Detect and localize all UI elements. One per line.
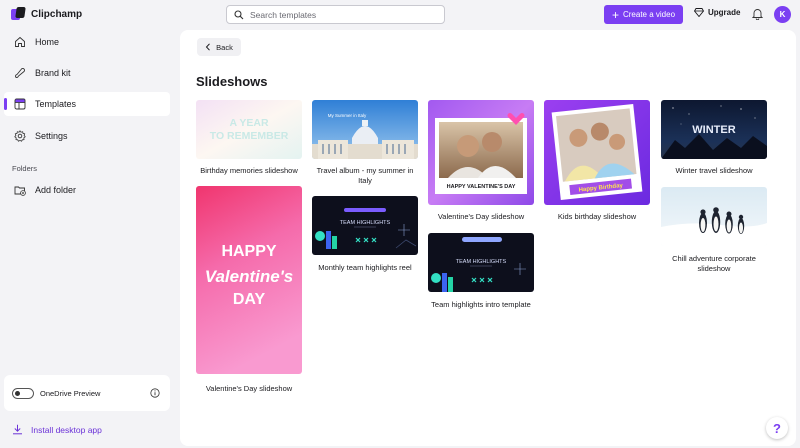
app-name: Clipchamp: [31, 8, 83, 20]
add-folder-button[interactable]: Add folder: [4, 178, 170, 202]
chevron-left-icon: [205, 43, 211, 51]
template-card-travel-italy[interactable]: My Summer in Italy Travel album - my sum…: [312, 100, 418, 186]
sidebar-item-label: Brand kit: [35, 68, 71, 78]
search-box[interactable]: [226, 5, 445, 24]
valentines-tall-artwork: HAPPY Valentine's DAY: [196, 186, 302, 374]
art-text: Valentine's: [205, 267, 293, 286]
sidebar-item-label: Templates: [35, 99, 77, 109]
template-label: Chill adventure corporate slideshow: [672, 254, 756, 273]
page-title: Slideshows: [196, 74, 268, 89]
plus-icon: +: [611, 7, 619, 22]
template-label: Birthday memories slideshow: [200, 166, 298, 175]
sidebar-item-settings[interactable]: Settings: [4, 124, 170, 148]
template-card-team-highlights-intro[interactable]: TEAM HIGHLIGHTS Team highlights intro te…: [428, 233, 534, 310]
template-thumbnail[interactable]: TEAM HIGHLIGHTS: [312, 196, 418, 255]
install-desktop-app-label: Install desktop app: [31, 424, 102, 435]
gear-icon: [14, 130, 26, 142]
template-card-winter-travel[interactable]: WINTER Winter travel slideshow: [661, 100, 767, 176]
add-folder-label: Add folder: [35, 185, 77, 195]
template-card-monthly-team-highlights[interactable]: TEAM HIGHLIGHTS Monthly team highlights …: [312, 196, 418, 273]
template-label: Valentine's Day slideshow: [205, 384, 293, 393]
search-icon: [234, 9, 244, 19]
onedrive-preview-panel: OneDrive Preview: [4, 375, 170, 411]
top-bar: Clipchamp + Create a video Upgrade K: [0, 0, 800, 30]
main-panel: Back Slideshows A YEAR TO REMEMBER Birth…: [180, 30, 796, 446]
art-text: DAY: [233, 291, 266, 308]
create-video-label: Create a video: [622, 10, 676, 19]
art-text: TO REMEMBER: [210, 130, 289, 142]
brand-kit-icon: [15, 68, 25, 78]
art-text: TEAM HIGHLIGHTS: [340, 220, 391, 226]
info-icon[interactable]: [150, 388, 160, 398]
back-label: Back: [216, 42, 233, 52]
sidebar-item-templates[interactable]: Templates: [4, 92, 170, 116]
art-text: TEAM HIGHLIGHTS: [456, 259, 507, 265]
template-card-valentines-photo[interactable]: HAPPY VALENTINE'S DAY Valentine's Day sl…: [428, 100, 534, 222]
upgrade-label: Upgrade: [708, 8, 741, 17]
template-thumbnail[interactable]: HAPPY Valentine's DAY: [196, 186, 302, 374]
onedrive-toggle[interactable]: [12, 387, 34, 399]
folders-heading: Folders: [12, 164, 38, 173]
back-button[interactable]: Back: [197, 38, 241, 56]
template-label: Valentine's Day slideshow: [437, 212, 525, 221]
sidebar-item-brand-kit[interactable]: Brand kit: [4, 61, 170, 85]
template-thumbnail[interactable]: My Summer in Italy: [312, 100, 418, 159]
sidebar-item-home[interactable]: Home: [4, 30, 170, 54]
upgrade-button[interactable]: Upgrade: [694, 8, 740, 17]
winter-travel-artwork: WINTER: [661, 100, 767, 159]
user-avatar[interactable]: K: [774, 6, 791, 23]
diamond-icon: [694, 8, 704, 17]
notifications-button[interactable]: [751, 8, 764, 22]
download-icon: [13, 424, 22, 435]
search-input[interactable]: [250, 9, 430, 20]
birthday-memories-artwork: A YEAR TO REMEMBER: [196, 100, 302, 159]
sidebar-item-label: Settings: [35, 131, 68, 141]
template-label: Monthly team highlights reel: [318, 263, 412, 272]
templates-icon: [14, 98, 26, 110]
monthly-team-highlights-artwork: TEAM HIGHLIGHTS: [312, 196, 418, 255]
home-icon: [15, 36, 25, 47]
template-card-chill-adventure[interactable]: Chill adventure corporate slideshow: [661, 187, 767, 274]
sidebar: Home Brand kit Templates Settings Folder…: [0, 30, 180, 448]
clipchamp-logo-icon: [11, 7, 26, 21]
help-button[interactable]: ?: [766, 417, 788, 439]
template-label: Team highlights intro template: [431, 300, 531, 309]
valentines-photo-artwork: HAPPY VALENTINE'S DAY: [428, 100, 534, 205]
create-video-button[interactable]: + Create a video: [604, 5, 683, 24]
template-card-birthday-memories[interactable]: A YEAR TO REMEMBER Birthday memories sli…: [196, 100, 302, 176]
template-thumbnail[interactable]: A YEAR TO REMEMBER: [196, 100, 302, 159]
onedrive-label: OneDrive Preview: [40, 388, 101, 398]
template-card-kids-birthday[interactable]: Happy Birthday Kids birthday slideshow: [544, 100, 650, 222]
kids-birthday-artwork: Happy Birthday: [544, 100, 650, 205]
art-text: My Summer in Italy: [328, 113, 367, 118]
art-text: A YEAR: [229, 117, 269, 129]
template-card-valentines-tall[interactable]: HAPPY Valentine's DAY Valentine's Day sl…: [196, 186, 302, 394]
app-logo[interactable]: Clipchamp: [11, 7, 82, 21]
art-text: HAPPY VALENTINE'S DAY: [447, 184, 516, 190]
add-folder-icon: [14, 186, 26, 196]
template-thumbnail[interactable]: HAPPY VALENTINE'S DAY: [428, 100, 534, 205]
art-text: HAPPY: [221, 243, 276, 260]
template-thumbnail[interactable]: WINTER: [661, 100, 767, 159]
template-label: Travel album - my summer in Italy: [316, 166, 414, 185]
template-thumbnail[interactable]: Happy Birthday: [544, 100, 650, 205]
install-desktop-app-link[interactable]: Install desktop app: [12, 424, 102, 435]
template-label: Winter travel slideshow: [675, 166, 753, 175]
art-text: WINTER: [692, 124, 735, 136]
template-thumbnail[interactable]: TEAM HIGHLIGHTS: [428, 233, 534, 292]
sidebar-item-label: Home: [35, 37, 60, 47]
chill-adventure-artwork: [661, 187, 767, 246]
template-thumbnail[interactable]: [661, 187, 767, 246]
template-label: Kids birthday slideshow: [557, 212, 637, 221]
bell-icon: [751, 9, 764, 21]
team-highlights-intro-artwork: TEAM HIGHLIGHTS: [428, 233, 534, 292]
travel-italy-artwork: My Summer in Italy: [312, 100, 418, 159]
